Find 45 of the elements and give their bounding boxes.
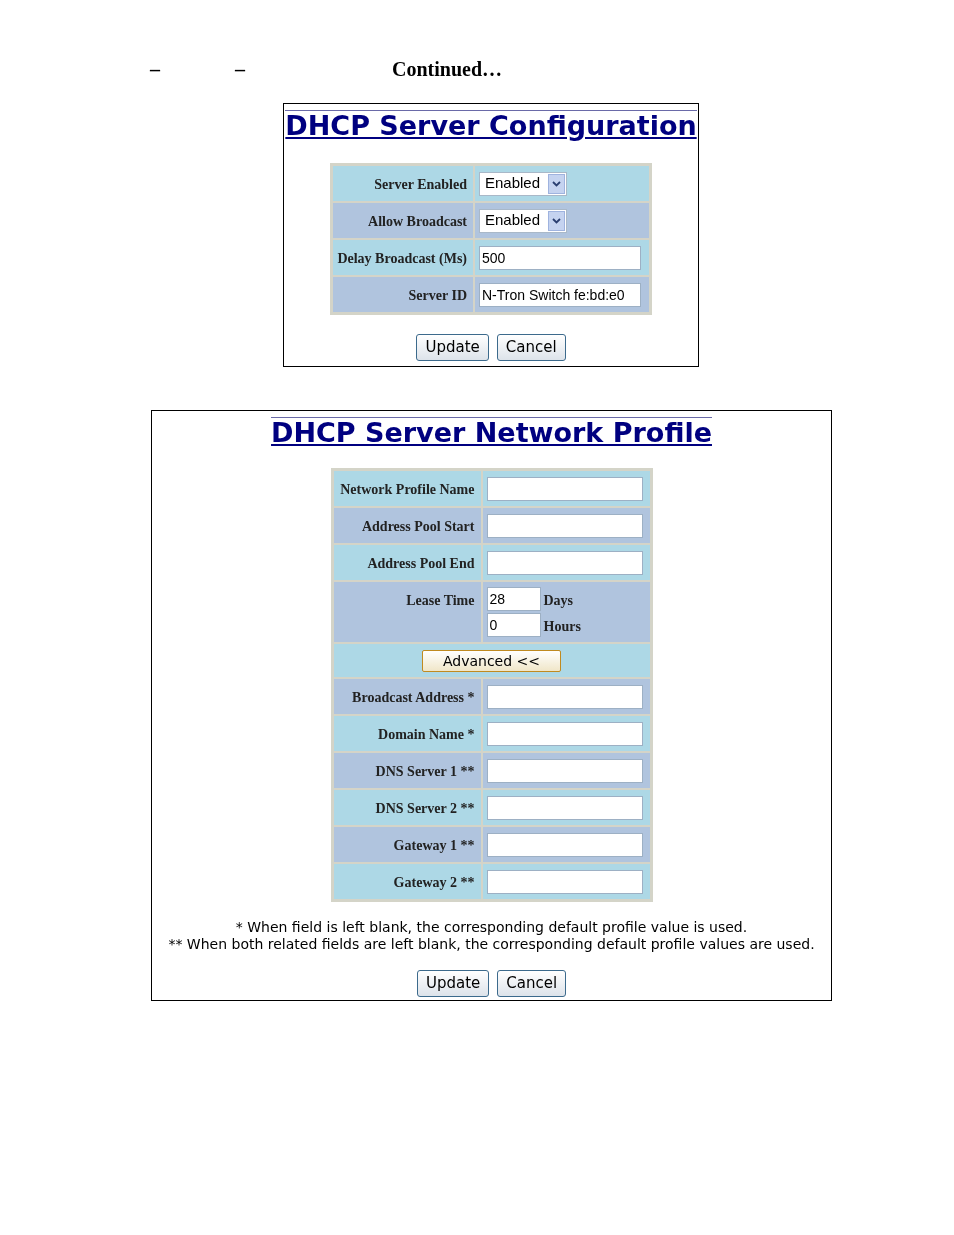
text-field[interactable] xyxy=(486,758,643,783)
chevron-down-icon xyxy=(548,210,566,231)
field-label: Server ID xyxy=(408,287,467,303)
text-field[interactable] xyxy=(486,513,643,538)
unit-label: Days xyxy=(543,592,574,610)
form-button[interactable]: Cancel xyxy=(496,334,566,361)
text-field[interactable] xyxy=(486,550,643,575)
continued-heading: Continued… xyxy=(392,57,503,82)
field-label: Gateway 2 ** xyxy=(393,874,475,890)
text-field[interactable] xyxy=(486,721,643,746)
field-label: Address Pool Start xyxy=(361,518,475,534)
chevron-down-icon xyxy=(548,173,566,194)
text-field[interactable]: 28 xyxy=(486,587,541,611)
field-label: DNS Server 1 ** xyxy=(375,763,475,779)
dash: – xyxy=(150,57,160,82)
text-field[interactable]: 500 xyxy=(479,245,641,270)
panel-title: DHCP Server Configuration xyxy=(285,110,697,141)
form-button[interactable]: Cancel xyxy=(497,970,567,997)
field-label: Lease Time xyxy=(406,593,475,608)
form-button[interactable]: Update xyxy=(416,334,489,361)
dropdown[interactable]: Enabled xyxy=(479,171,568,196)
unit-label: Hours xyxy=(543,618,581,636)
text-field[interactable]: N-Tron Switch fe:bd:e0 xyxy=(479,282,641,307)
text-field[interactable] xyxy=(486,832,643,857)
field-label: Address Pool End xyxy=(367,555,475,571)
panel-title: DHCP Server Network Profile xyxy=(271,417,712,448)
field-label: Domain Name * xyxy=(378,726,475,742)
field-label: DNS Server 2 ** xyxy=(375,800,475,816)
field-label: Delay Broadcast (Ms) xyxy=(337,250,467,266)
field-label: Gateway 1 ** xyxy=(393,837,475,853)
advanced-button[interactable]: Advanced << xyxy=(421,649,562,672)
text-field[interactable] xyxy=(486,795,643,820)
dash: – xyxy=(235,57,245,82)
field-label: Allow Broadcast xyxy=(368,213,467,229)
field-label: Server Enabled xyxy=(374,176,467,192)
footnote: ** When both related fields are left blank, the corresponding default profile values are used. xyxy=(168,936,815,953)
footnote: * When field is left blank, the corresponding default profile value is used. xyxy=(235,919,748,936)
field-label: Broadcast Address * xyxy=(352,689,475,705)
form-button[interactable]: Update xyxy=(416,970,490,997)
text-field[interactable]: 0 xyxy=(486,613,541,637)
text-field[interactable] xyxy=(486,869,643,894)
dropdown[interactable]: Enabled xyxy=(479,208,568,233)
text-field[interactable] xyxy=(486,476,643,501)
text-field[interactable] xyxy=(486,684,643,709)
field-label: Network Profile Name xyxy=(340,481,475,497)
